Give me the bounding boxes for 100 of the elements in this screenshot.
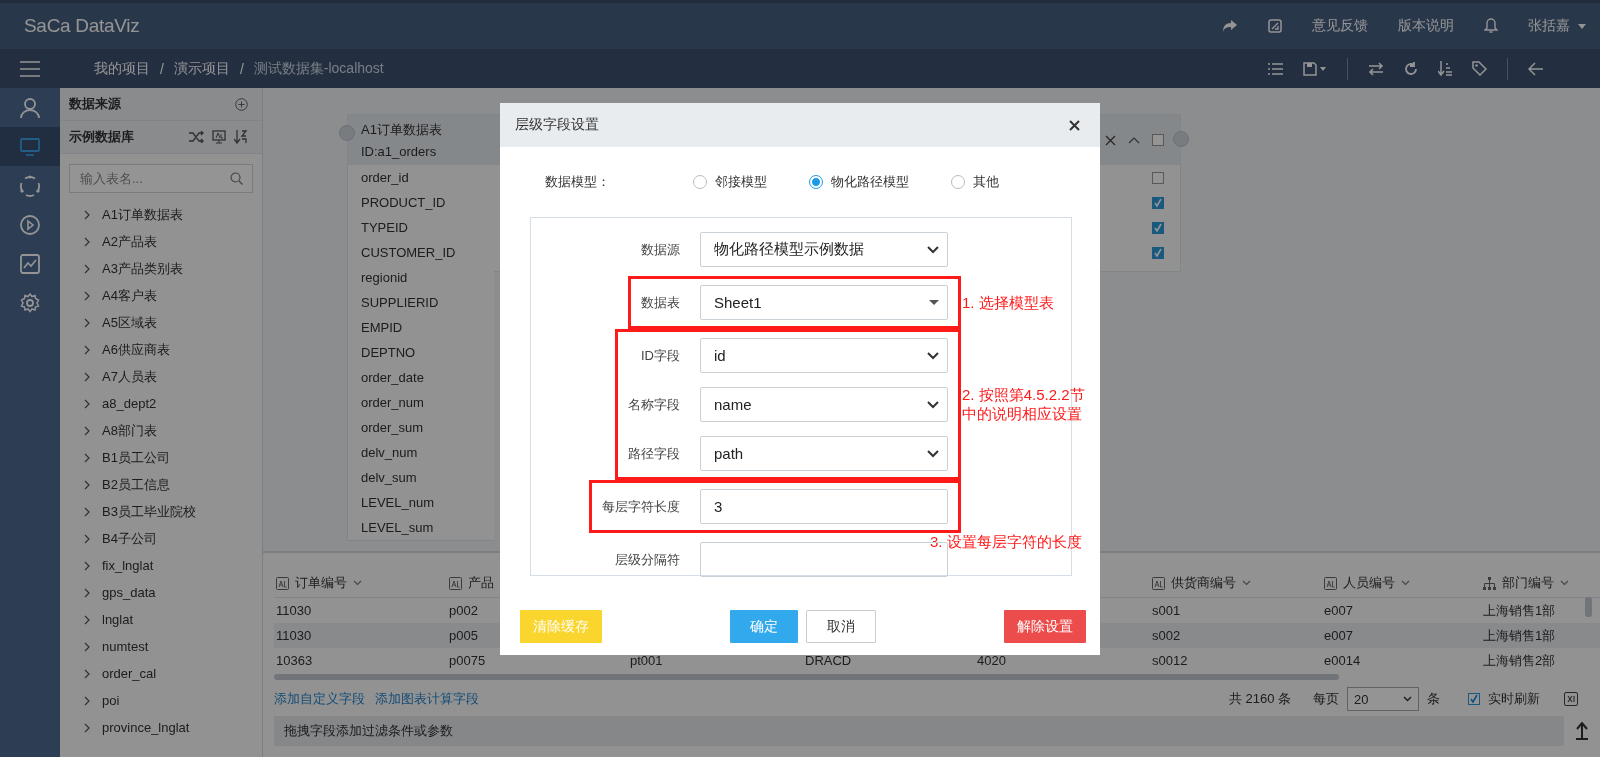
radio-button[interactable] (809, 175, 823, 189)
table-list-item[interactable]: A5区域表 (102, 313, 157, 332)
table-list-item[interactable]: order_cal (102, 666, 157, 681)
table-list-item[interactable]: A8部门表 (102, 421, 157, 440)
collapse-icon[interactable] (1128, 136, 1140, 144)
chevron-down-icon[interactable] (1560, 580, 1569, 586)
table-list-item[interactable]: province_lnglat (102, 720, 190, 735)
back-arrow-icon[interactable] (1528, 61, 1544, 76)
chevron-right-icon[interactable] (84, 560, 90, 571)
chevron-right-icon[interactable] (84, 452, 90, 463)
cancel-button[interactable]: 取消 (806, 610, 876, 643)
close-icon[interactable] (1105, 134, 1116, 146)
chevron-right-icon[interactable] (84, 398, 90, 409)
column-header[interactable]: 人员编号 (1343, 574, 1395, 592)
radio-label[interactable]: 邻接模型 (715, 173, 767, 191)
menu-icon[interactable] (20, 60, 40, 77)
breadcrumb-item[interactable]: 演示项目 (173, 59, 230, 78)
header-link[interactable]: 意见反馈 (1312, 17, 1368, 35)
table-list-item[interactable]: A7人员表 (102, 367, 157, 386)
share-icon[interactable] (1222, 19, 1238, 33)
table-list-item[interactable]: B4子公司 (102, 529, 157, 548)
field-checkbox[interactable] (1152, 221, 1164, 234)
column-header[interactable]: 部门编号 (1502, 574, 1554, 592)
connector-handle[interactable] (339, 125, 355, 141)
select-all-checkbox[interactable] (1152, 134, 1164, 146)
page-size-select[interactable]: 20 (1347, 687, 1419, 711)
chevron-down-icon[interactable] (1242, 580, 1251, 586)
table-list-item[interactable]: A6供应商表 (102, 340, 170, 359)
close-icon[interactable] (1069, 119, 1080, 131)
breadcrumb-item[interactable]: 我的项目 (94, 59, 150, 78)
field-checkbox[interactable] (1152, 171, 1164, 184)
table-list-item[interactable]: A3产品类别表 (102, 259, 183, 278)
chevron-down-icon[interactable] (1401, 580, 1410, 586)
shuffle-icon[interactable] (189, 131, 204, 143)
edit-icon[interactable] (1268, 19, 1282, 33)
chevron-right-icon[interactable] (84, 236, 90, 247)
search-field[interactable]: 输入表名... (69, 164, 253, 193)
table-list-item[interactable]: A2产品表 (102, 232, 157, 251)
radio-label[interactable]: 其他 (973, 173, 999, 191)
table-list-item[interactable]: lnglat (102, 612, 134, 627)
refresh-icon[interactable] (1404, 61, 1418, 76)
select-field[interactable]: 物化路径模型示例数据 (700, 232, 948, 267)
preview-icon[interactable] (212, 130, 226, 144)
chevron-right-icon[interactable] (84, 425, 90, 436)
upload-arrow-icon[interactable] (1576, 722, 1588, 740)
chevron-right-icon[interactable] (84, 290, 90, 301)
chevron-right-icon[interactable] (84, 587, 90, 598)
table-list-item[interactable]: A1订单数据表 (102, 205, 183, 224)
chevron-down-icon[interactable] (353, 580, 362, 586)
select-field[interactable]: id (700, 338, 948, 373)
table-list-item[interactable]: B2员工信息 (102, 475, 170, 494)
chevron-right-icon[interactable] (84, 533, 90, 544)
chevron-right-icon[interactable] (84, 479, 90, 490)
filter-drop-zone[interactable]: 拖拽字段添加过滤条件或参数 (274, 716, 1564, 746)
connector-handle[interactable] (1173, 131, 1189, 147)
select-field[interactable]: path (700, 436, 948, 471)
add-icon[interactable] (235, 97, 248, 111)
chevron-right-icon[interactable] (84, 371, 90, 382)
add-field-link[interactable]: 添加图表计算字段 (375, 690, 479, 708)
table-list-item[interactable]: poi (102, 693, 120, 708)
breadcrumb-item[interactable]: 测试数据集-localhost (253, 59, 384, 78)
chevron-right-icon[interactable] (84, 722, 90, 733)
column-header[interactable]: 供货商编号 (1171, 574, 1236, 592)
list-icon[interactable] (1268, 62, 1283, 75)
sort-icon[interactable] (234, 130, 248, 144)
user-menu[interactable]: 张括嘉 (1528, 17, 1600, 35)
table-list-item[interactable]: B1员工公司 (102, 448, 170, 467)
realtime-checkbox[interactable] (1468, 693, 1480, 705)
remove-settings-button[interactable]: 解除设置 (1004, 610, 1086, 643)
tag-icon[interactable] (1472, 61, 1487, 76)
chevron-right-icon[interactable] (84, 506, 90, 517)
column-header[interactable]: 产品 (468, 574, 494, 592)
chevron-right-icon[interactable] (84, 344, 90, 355)
table-list-item[interactable]: fix_lnglat (102, 558, 154, 573)
scrollbar[interactable] (274, 674, 1339, 680)
chevron-right-icon[interactable] (84, 668, 90, 679)
scrollbar[interactable] (1585, 597, 1592, 617)
table-list-item[interactable]: gps_data (102, 585, 156, 600)
field-checkbox[interactable] (1152, 196, 1164, 209)
table-list-item[interactable]: numtest (102, 639, 149, 654)
chevron-right-icon[interactable] (84, 641, 90, 652)
header-link[interactable]: 版本说明 (1398, 17, 1454, 35)
swap-icon[interactable] (1368, 61, 1384, 76)
save-icon[interactable] (1303, 61, 1327, 76)
chevron-right-icon[interactable] (84, 317, 90, 328)
radio-label[interactable]: 物化路径模型 (831, 173, 909, 191)
field-checkbox[interactable] (1152, 246, 1164, 259)
spreadsheet-export-icon[interactable] (1564, 692, 1578, 706)
column-header[interactable]: 订单编号 (295, 574, 347, 592)
table-list-item[interactable]: a8_dept2 (102, 396, 157, 411)
input-field[interactable]: 3 (700, 489, 948, 524)
chevron-right-icon[interactable] (84, 614, 90, 625)
bell-icon[interactable] (1484, 18, 1498, 34)
dropdown-field[interactable]: Sheet1 (700, 285, 948, 320)
table-list-item[interactable]: B3员工毕业院校 (102, 502, 196, 521)
add-field-link[interactable]: 添加自定义字段 (274, 690, 365, 708)
chevron-right-icon[interactable] (84, 695, 90, 706)
select-field[interactable]: name (700, 387, 948, 422)
chevron-right-icon[interactable] (84, 263, 90, 274)
table-list-item[interactable]: A4客户表 (102, 286, 157, 305)
